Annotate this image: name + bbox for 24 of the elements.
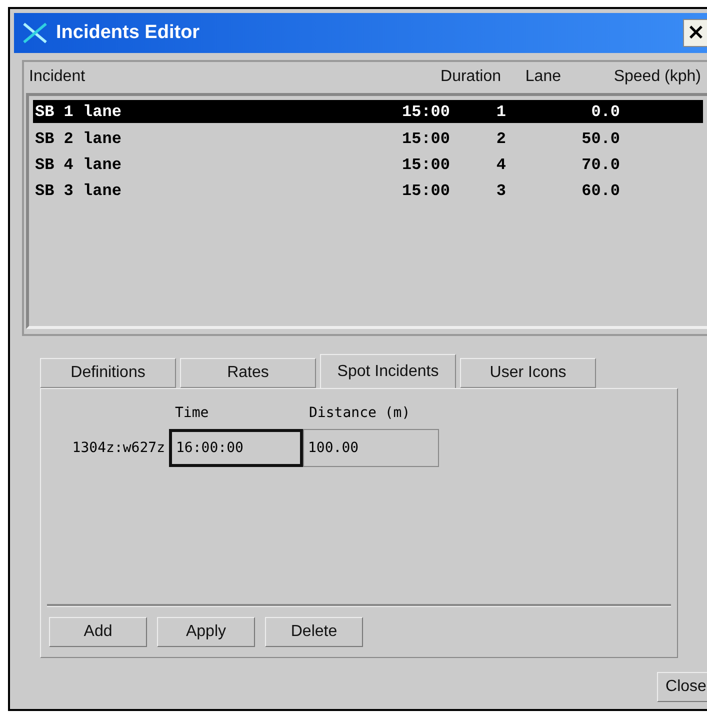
column-header: Time (174, 405, 210, 421)
action-button[interactable]: Add (49, 617, 147, 647)
window-title: Incidents Editor (56, 22, 200, 44)
tab[interactable]: User Icons (460, 358, 596, 388)
action-button[interactable]: Apply (157, 617, 255, 647)
row-label: 1304z:w627z (71, 440, 166, 456)
list-row[interactable]: SB 4 lane 15:00 4 70.0 (33, 152, 703, 178)
list-row[interactable]: SB 3 lane 15:00 3 60.0 (33, 178, 703, 204)
action-button[interactable]: Delete (265, 617, 363, 647)
input-field[interactable]: 16:00:00 (169, 429, 303, 467)
column-header: Distance (m) (308, 405, 412, 421)
column-header: Lane (524, 68, 561, 86)
column-header: Speed (kph) (612, 68, 701, 86)
column-header: Duration (440, 68, 501, 86)
tab[interactable]: Rates (180, 358, 316, 388)
input-field[interactable]: 100.00 (303, 429, 439, 467)
list-row[interactable]: SB 2 lane 15:00 2 50.0 (33, 126, 703, 152)
close-button[interactable]: × (683, 19, 707, 47)
tab[interactable]: Definitions (40, 358, 176, 388)
tab[interactable]: Spot Incidents (320, 354, 456, 388)
x-logo-icon (22, 22, 48, 44)
column-header: Incident (28, 68, 86, 86)
close-button[interactable]: Close (657, 672, 707, 702)
list-row[interactable]: SB 1 lane 15:00 1 0.0 (33, 100, 703, 123)
